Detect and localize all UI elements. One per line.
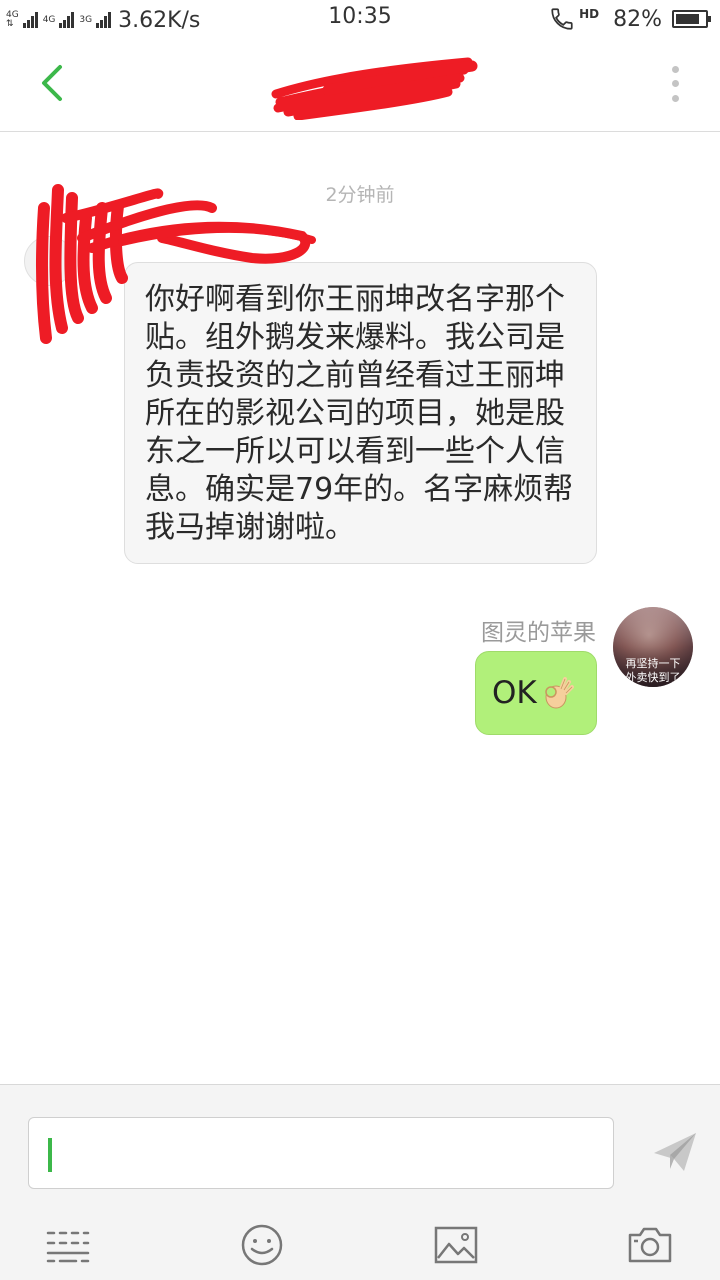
camera-icon[interactable] xyxy=(626,1223,674,1267)
more-options-icon[interactable] xyxy=(660,62,690,106)
battery-percent: 82% xyxy=(613,6,662,32)
phone-call-icon xyxy=(551,8,573,30)
hd-voice-badge: HD xyxy=(579,7,600,21)
send-icon[interactable] xyxy=(648,1125,702,1179)
chat-screen: 4G ⇅ 4G 3G 3.62K/s 10:35 HD 82% 2分钟前 你好啊… xyxy=(0,0,720,1280)
battery-level xyxy=(676,14,699,24)
redacted-contact-name xyxy=(271,57,478,120)
sent-message-bubble[interactable]: OK xyxy=(475,651,597,735)
user-avatar[interactable]: 再坚持一下 外卖快到了 xyxy=(613,607,693,687)
emoji-icon[interactable] xyxy=(238,1223,286,1267)
back-icon[interactable] xyxy=(30,58,80,108)
battery-icon xyxy=(672,10,711,28)
keyboard-toggle-icon[interactable] xyxy=(44,1223,92,1267)
status-bar: 4G ⇅ 4G 3G 3.62K/s 10:35 HD 82% xyxy=(0,0,720,40)
status-right: HD 82% xyxy=(549,4,711,34)
image-icon[interactable] xyxy=(432,1223,480,1267)
input-bar xyxy=(0,1084,720,1280)
sent-message-text: OK xyxy=(492,675,537,711)
avatar-caption-line-2: 外卖快到了 xyxy=(625,671,681,684)
ok-hand-icon xyxy=(544,677,574,709)
message-input[interactable] xyxy=(28,1117,614,1189)
redacted-sender-name xyxy=(36,184,316,344)
sender-name: 图灵的苹果 xyxy=(481,620,596,646)
chat-header xyxy=(0,40,720,132)
text-caret xyxy=(48,1138,52,1172)
